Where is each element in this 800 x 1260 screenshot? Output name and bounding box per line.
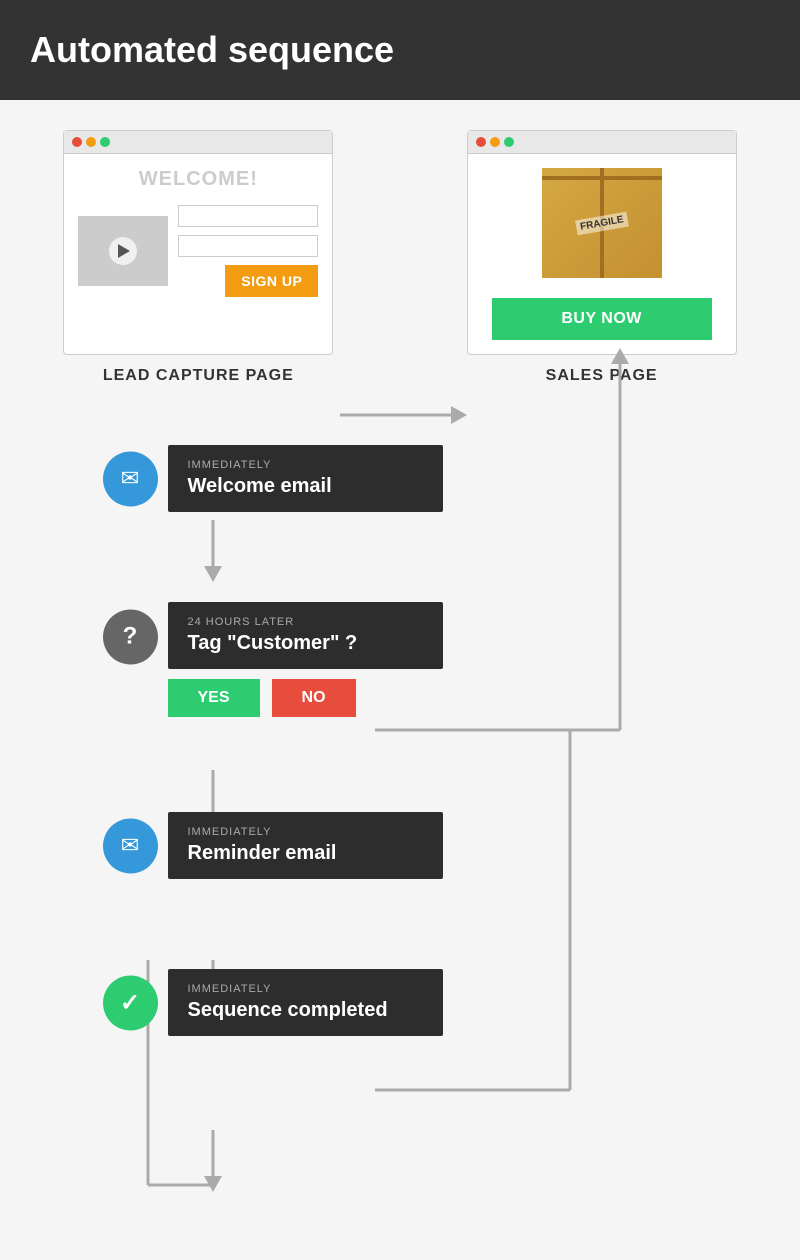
lead-capture-browser: WELCOME! SIGN UP bbox=[63, 130, 333, 355]
step4-inner: ✓ IMMEDIATELY Sequence completed bbox=[138, 969, 443, 1036]
flow-steps: ✉ IMMEDIATELY Welcome email ? 24 HOURS L… bbox=[0, 395, 800, 1076]
step4-title: Sequence completed bbox=[188, 999, 423, 1022]
yes-no-row: YES NO bbox=[168, 679, 443, 717]
fragile-label: FRAGILE bbox=[575, 211, 629, 235]
play-button[interactable] bbox=[109, 237, 137, 265]
lcp-label: LEAD CAPTURE PAGE bbox=[63, 367, 333, 385]
step1-title: Welcome email bbox=[188, 475, 423, 498]
dot-red-sp bbox=[476, 137, 486, 147]
diagram-wrapper: WELCOME! SIGN UP bbox=[0, 130, 800, 1076]
form-field-2[interactable] bbox=[178, 235, 318, 257]
step2-box: 24 HOURS LATER Tag "Customer" ? bbox=[168, 602, 443, 669]
lcp-bottom: SIGN UP bbox=[78, 205, 318, 297]
step3-box: IMMEDIATELY Reminder email bbox=[168, 812, 443, 879]
buy-now-button[interactable]: BUY NOW bbox=[492, 298, 712, 340]
step3-timing: IMMEDIATELY bbox=[188, 826, 423, 838]
main-content: WELCOME! SIGN UP bbox=[0, 100, 800, 1106]
dot-green bbox=[100, 137, 110, 147]
sales-page-section: FRAGILE BUY NOW SALES PAGE bbox=[467, 130, 737, 385]
step2-wrapper: ? 24 HOURS LATER Tag "Customer" ? YES NO bbox=[138, 602, 443, 717]
browser-bar-lcp bbox=[64, 131, 332, 154]
step3-inner: ✉ IMMEDIATELY Reminder email bbox=[138, 812, 443, 879]
sp-content: FRAGILE BUY NOW bbox=[468, 154, 736, 354]
form-field-1[interactable] bbox=[178, 205, 318, 227]
step4-box: IMMEDIATELY Sequence completed bbox=[168, 969, 443, 1036]
sales-browser: FRAGILE BUY NOW bbox=[467, 130, 737, 355]
email-icon-2: ✉ bbox=[121, 833, 139, 859]
package-image: FRAGILE bbox=[542, 168, 662, 278]
email-icon-circle-2: ✉ bbox=[103, 818, 158, 873]
top-row: WELCOME! SIGN UP bbox=[0, 130, 800, 385]
step4-wrapper: ✓ IMMEDIATELY Sequence completed bbox=[138, 969, 443, 1036]
page-title: Automated sequence bbox=[30, 29, 394, 71]
video-thumbnail bbox=[78, 216, 168, 286]
step3-wrapper: ✉ IMMEDIATELY Reminder email bbox=[138, 812, 443, 879]
browser-bar-sp bbox=[468, 131, 736, 154]
question-icon-circle: ? bbox=[103, 609, 158, 664]
dot-yellow bbox=[86, 137, 96, 147]
dot-yellow-sp bbox=[490, 137, 500, 147]
step2-timing: 24 HOURS LATER bbox=[188, 616, 423, 628]
email-icon-1: ✉ bbox=[121, 466, 139, 492]
check-icon-circle: ✓ bbox=[103, 975, 158, 1030]
sp-label: SALES PAGE bbox=[467, 367, 737, 385]
step1-box: IMMEDIATELY Welcome email bbox=[168, 445, 443, 512]
question-icon: ? bbox=[123, 623, 138, 651]
lcp-content: WELCOME! SIGN UP bbox=[64, 154, 332, 354]
header: Automated sequence bbox=[0, 0, 800, 100]
step3-title: Reminder email bbox=[188, 842, 423, 865]
yes-button[interactable]: YES bbox=[168, 679, 260, 717]
no-button[interactable]: NO bbox=[272, 679, 356, 717]
step1-inner: ✉ IMMEDIATELY Welcome email bbox=[138, 445, 443, 512]
signup-button[interactable]: SIGN UP bbox=[225, 265, 318, 297]
step1-wrapper: ✉ IMMEDIATELY Welcome email bbox=[138, 445, 443, 512]
check-icon: ✓ bbox=[120, 988, 140, 1017]
step4-timing: IMMEDIATELY bbox=[188, 983, 423, 995]
step1-timing: IMMEDIATELY bbox=[188, 459, 423, 471]
play-triangle-icon bbox=[118, 244, 130, 258]
email-icon-circle-1: ✉ bbox=[103, 451, 158, 506]
lcp-form: SIGN UP bbox=[178, 205, 318, 297]
dot-green-sp bbox=[504, 137, 514, 147]
lead-capture-section: WELCOME! SIGN UP bbox=[63, 130, 333, 385]
step2-title: Tag "Customer" ? bbox=[188, 632, 423, 655]
dot-red bbox=[72, 137, 82, 147]
step2-inner: ? 24 HOURS LATER Tag "Customer" ? YES NO bbox=[138, 602, 443, 717]
welcome-text: WELCOME! bbox=[139, 168, 258, 191]
